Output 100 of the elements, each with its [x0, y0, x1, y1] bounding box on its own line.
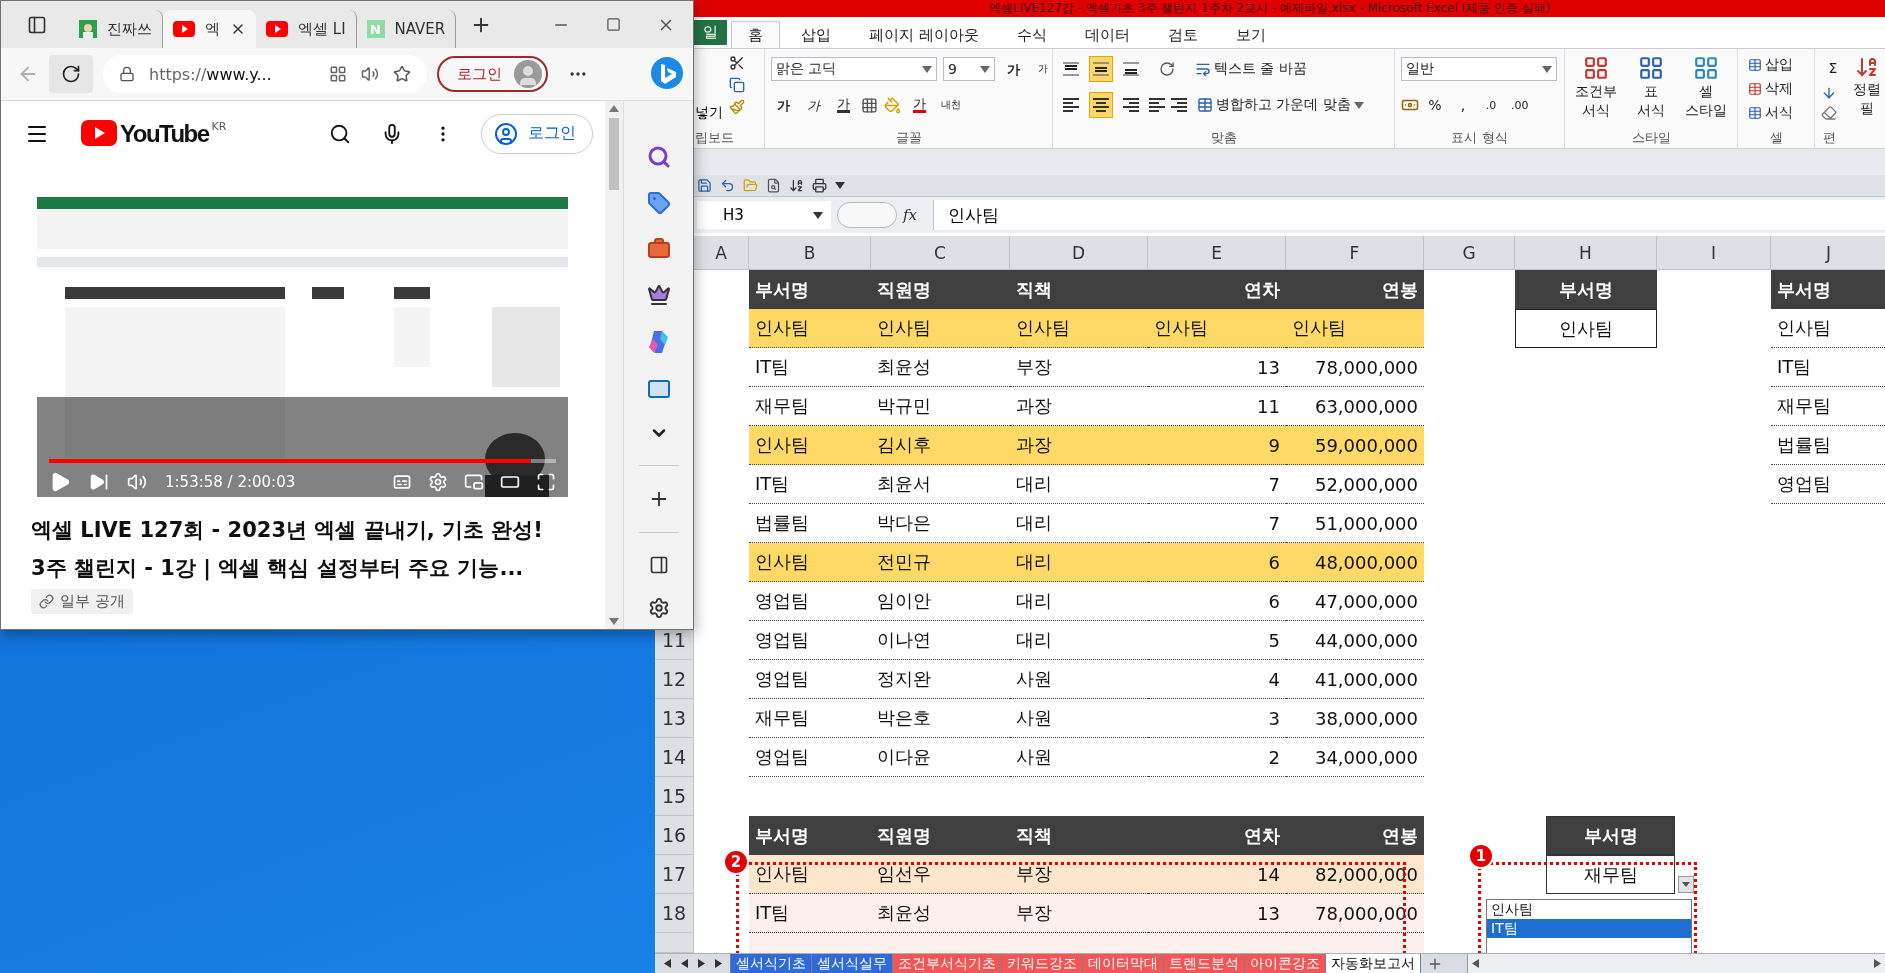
add-app-icon[interactable] — [329, 65, 347, 83]
ribbon-tab[interactable]: 수식 — [999, 21, 1064, 48]
number-format-field[interactable]: 일반 — [1401, 57, 1557, 81]
sheet-tab[interactable]: 셀서식기초 — [730, 954, 812, 973]
paste-label[interactable]: 넣기 — [695, 104, 723, 122]
scroll-down-icon[interactable] — [609, 618, 619, 625]
scroll-left-icon[interactable] — [1472, 959, 1479, 968]
horizontal-scrollbar[interactable] — [1467, 954, 1885, 973]
shrink-font-button[interactable]: 가 — [1031, 56, 1055, 82]
ribbon-tab[interactable]: 페이지 레이아웃 — [852, 21, 996, 48]
search-icon[interactable] — [329, 122, 351, 145]
sheet-tab[interactable]: 자동화보고서 — [1325, 954, 1421, 973]
dropdown-button[interactable] — [1678, 876, 1694, 893]
print-preview-icon[interactable] — [766, 178, 781, 193]
table-cell: IT팀 — [749, 894, 871, 933]
file-tab[interactable]: 일 — [694, 20, 727, 45]
borders-icon[interactable] — [861, 96, 878, 114]
bing-icon[interactable] — [649, 56, 685, 92]
column-header[interactable]: I — [1657, 236, 1771, 270]
sort-button[interactable]: 정렬 필 — [1849, 55, 1885, 128]
briefcase-icon[interactable] — [646, 237, 671, 261]
scrollbar-thumb[interactable] — [609, 118, 619, 190]
sheet-tab[interactable]: 셀서식실무 — [811, 954, 893, 973]
sort-icon[interactable] — [789, 178, 804, 193]
miniplayer-icon[interactable] — [464, 472, 484, 492]
cell-button[interactable]: 서식 — [1744, 101, 1808, 125]
refresh-button[interactable] — [49, 55, 93, 93]
orientation-icon[interactable] — [1159, 61, 1175, 77]
column-header[interactable]: D — [1010, 236, 1148, 270]
column-header[interactable]: G — [1424, 236, 1515, 270]
column-header[interactable]: J — [1771, 236, 1885, 270]
address-field[interactable]: https://www.y... — [103, 55, 427, 93]
column-header[interactable]: B — [749, 236, 871, 270]
underline-button[interactable]: 가 — [831, 92, 855, 118]
font-size-field[interactable]: 9 — [943, 57, 995, 81]
column-header[interactable]: F — [1286, 236, 1424, 270]
fill-icon[interactable] — [1821, 85, 1837, 101]
cell-button[interactable]: 삭제 — [1744, 77, 1808, 101]
comma-button[interactable]: , — [1451, 92, 1475, 118]
resize-handle[interactable] — [837, 202, 897, 228]
style-button[interactable]: 표 서식 — [1633, 55, 1669, 128]
undo-icon[interactable] — [720, 178, 735, 193]
fill-color-icon[interactable] — [884, 96, 901, 114]
style-button[interactable]: 조건부 서식 — [1571, 55, 1621, 128]
column-header[interactable]: E — [1148, 236, 1286, 270]
formula-field[interactable]: 인사팀 — [933, 200, 1885, 230]
table-cell: 영업팀 — [749, 660, 871, 699]
column-header[interactable]: H — [1515, 236, 1657, 270]
scissors-icon[interactable] — [729, 55, 745, 71]
italic-button[interactable]: 가 — [801, 92, 825, 118]
wrap-text-button[interactable]: 텍스트 줄 바꿈 — [1191, 56, 1311, 82]
decimal-button[interactable]: .0 — [1479, 92, 1503, 118]
font-color-button[interactable]: 가 — [907, 92, 931, 118]
scroll-right-icon[interactable] — [1874, 959, 1881, 968]
caret-icon[interactable] — [813, 211, 823, 219]
read-aloud-icon[interactable] — [361, 65, 379, 83]
filter-cell[interactable]: 인사팀 — [1515, 309, 1657, 348]
merge-button[interactable]: 병합하고 가운데 맞춤 — [1193, 92, 1368, 118]
save-icon[interactable] — [697, 178, 712, 193]
sidebar-icon[interactable] — [648, 555, 669, 575]
style-button[interactable]: 셀 스타일 — [1681, 55, 1731, 128]
function-button[interactable]: fx — [903, 206, 927, 224]
brush-icon[interactable] — [729, 99, 745, 115]
align-button[interactable] — [1089, 92, 1113, 118]
scroll-up-icon[interactable] — [609, 105, 619, 112]
fullscreen-icon[interactable] — [536, 472, 556, 492]
ribbon-tab[interactable]: 보기 — [1218, 21, 1283, 48]
ribbon-tab[interactable]: 검토 — [1150, 21, 1215, 48]
name-box[interactable]: H3 — [697, 201, 831, 229]
play-logo-icon[interactable] — [81, 119, 117, 146]
settings-icon[interactable] — [647, 597, 670, 619]
grow-font-button[interactable]: 가 — [1001, 56, 1025, 82]
favorite-icon[interactable] — [393, 65, 411, 83]
profile-button[interactable]: 로그인 — [437, 56, 548, 92]
column-header[interactable]: C — [871, 236, 1010, 270]
volume-icon[interactable] — [127, 472, 147, 492]
copy-icon[interactable] — [729, 77, 745, 93]
printer-icon[interactable] — [812, 178, 827, 193]
logo-text[interactable]: YouTube — [120, 119, 209, 148]
font-name-field[interactable]: 맑은 고딕 — [771, 57, 937, 81]
next-icon[interactable] — [89, 472, 109, 492]
cell-button[interactable]: 삽입 — [1744, 53, 1808, 77]
percent-button[interactable]: % — [1423, 92, 1447, 118]
captions-icon[interactable] — [392, 472, 412, 492]
tag-icon[interactable] — [646, 191, 671, 215]
decimal-button[interactable]: .00 — [1507, 92, 1533, 118]
maximize-icon[interactable] — [606, 17, 621, 32]
caret-icon[interactable] — [835, 182, 845, 189]
scrollbar[interactable] — [605, 101, 623, 629]
ribbon-tab[interactable]: 데이터 — [1067, 21, 1147, 48]
align-button[interactable] — [1089, 56, 1113, 82]
ribbon-tab[interactable]: 삽입 — [784, 21, 848, 48]
phonetic-button[interactable]: 내천 — [937, 92, 965, 118]
eraser-icon[interactable] — [1821, 105, 1837, 121]
ribbon-tab[interactable]: 홈 — [731, 21, 780, 48]
browser-tab[interactable]: 엑 — [163, 10, 256, 48]
bold-button[interactable]: 가 — [771, 92, 795, 118]
sum-button[interactable]: Σ — [1821, 55, 1845, 81]
column-header[interactable]: A — [694, 236, 749, 270]
dropdown-option[interactable]: IT팀 — [1487, 919, 1691, 938]
